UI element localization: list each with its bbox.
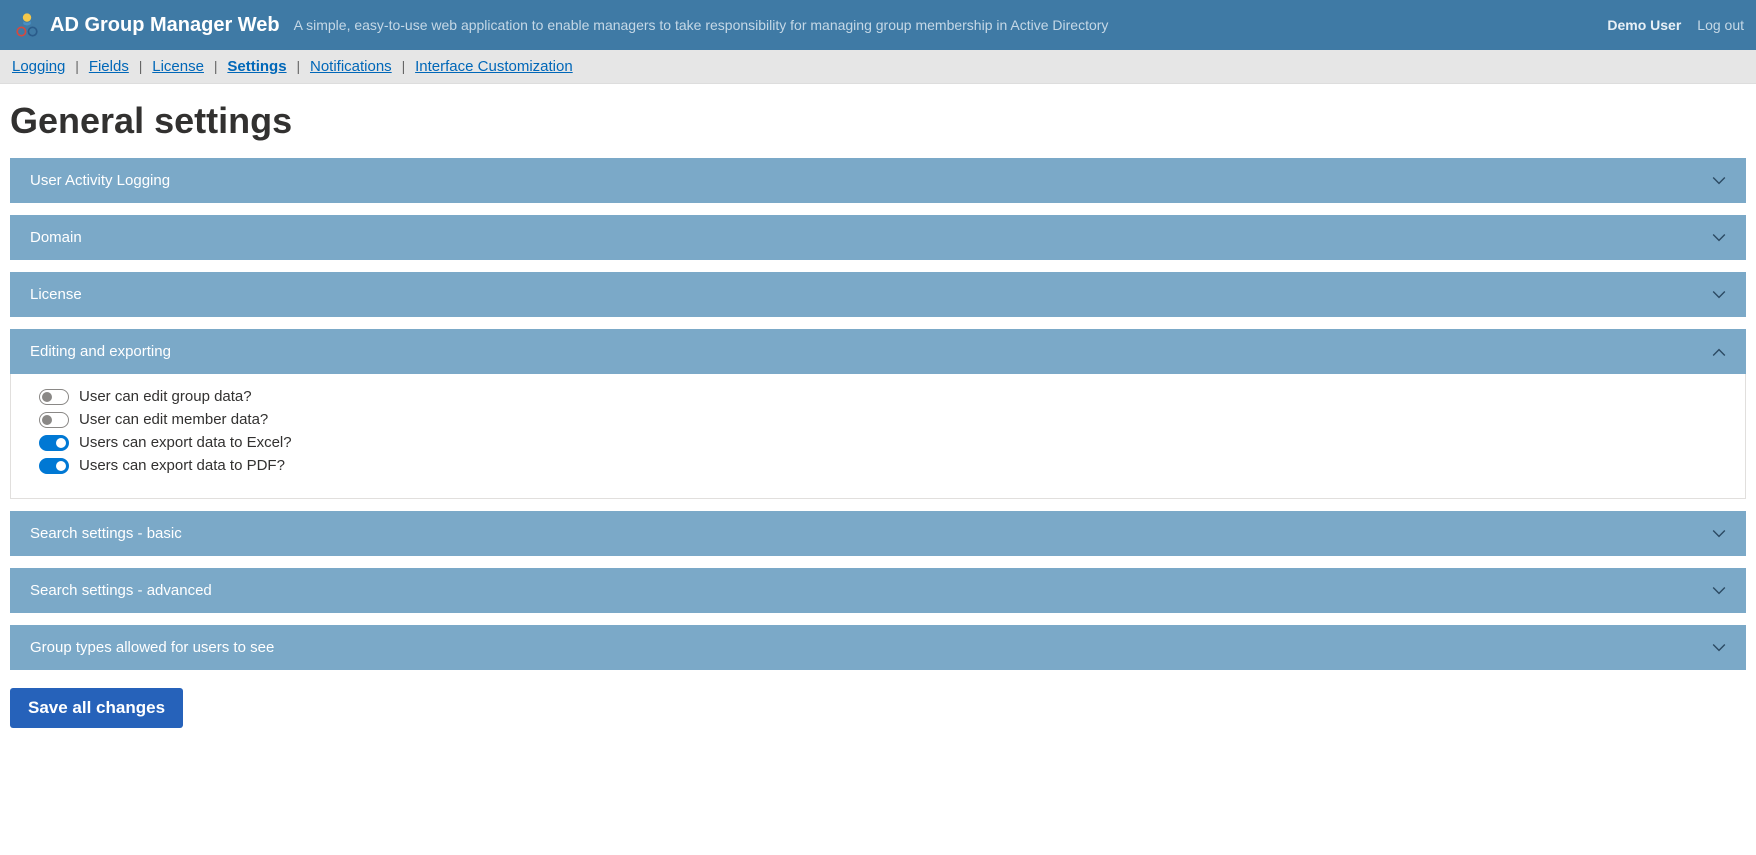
panel-title: Domain [30,229,82,246]
top-header: AD Group Manager Web A simple, easy-to-u… [0,0,1756,50]
app-tagline: A simple, easy-to-use web application to… [294,17,1608,33]
panel-header-domain[interactable]: Domain [10,215,1746,260]
nav-separator: | [75,58,79,74]
chevron-down-icon [1712,174,1726,188]
panel-header-search-advanced[interactable]: Search settings - advanced [10,568,1746,613]
chevron-down-icon [1712,584,1726,598]
panel-title: Search settings - advanced [30,582,212,599]
save-all-changes-button[interactable]: Save all changes [10,688,183,728]
panel-search-basic: Search settings - basic [10,511,1746,556]
panel-editing-exporting: Editing and exporting User can edit grou… [10,329,1746,499]
nav-separator: | [296,58,300,74]
option-label: User can edit group data? [79,388,252,405]
panel-title: Group types allowed for users to see [30,639,274,656]
panel-header-search-basic[interactable]: Search settings - basic [10,511,1746,556]
toggle-edit-group-data[interactable] [39,389,69,405]
option-export-pdf: Users can export data to PDF? [39,457,1725,474]
panel-user-activity-logging: User Activity Logging [10,158,1746,203]
app-title: AD Group Manager Web [50,14,280,37]
nav-license[interactable]: License [152,58,204,75]
chevron-up-icon [1712,345,1726,359]
nav-interface-customization[interactable]: Interface Customization [415,58,573,75]
panel-header-editing-exporting[interactable]: Editing and exporting [10,329,1746,374]
panel-header-group-types[interactable]: Group types allowed for users to see [10,625,1746,670]
panel-search-advanced: Search settings - advanced [10,568,1746,613]
panel-body-editing-exporting: User can edit group data? User can edit … [10,374,1746,499]
nav-notifications[interactable]: Notifications [310,58,392,75]
nav-separator: | [139,58,143,74]
panel-title: Editing and exporting [30,343,171,360]
panel-title: User Activity Logging [30,172,170,189]
option-edit-group-data: User can edit group data? [39,388,1725,405]
toggle-export-pdf[interactable] [39,458,69,474]
nav-separator: | [214,58,218,74]
option-label: User can edit member data? [79,411,268,428]
app-logo-icon [12,10,42,40]
nav-logging[interactable]: Logging [12,58,65,75]
logout-link[interactable]: Log out [1697,17,1744,33]
chevron-down-icon [1712,288,1726,302]
chevron-down-icon [1712,231,1726,245]
content-area: General settings User Activity Logging D… [0,84,1756,744]
option-label: Users can export data to Excel? [79,434,292,451]
panel-header-license[interactable]: License [10,272,1746,317]
panel-domain: Domain [10,215,1746,260]
panel-header-user-activity-logging[interactable]: User Activity Logging [10,158,1746,203]
sub-nav: Logging | Fields | License | Settings | … [0,50,1756,84]
chevron-down-icon [1712,641,1726,655]
toggle-export-excel[interactable] [39,435,69,451]
panel-license: License [10,272,1746,317]
nav-separator: | [402,58,406,74]
nav-fields[interactable]: Fields [89,58,129,75]
option-export-excel: Users can export data to Excel? [39,434,1725,451]
nav-settings[interactable]: Settings [227,58,286,75]
panel-title: License [30,286,82,303]
chevron-down-icon [1712,527,1726,541]
current-user: Demo User [1607,17,1681,33]
option-label: Users can export data to PDF? [79,457,285,474]
option-edit-member-data: User can edit member data? [39,411,1725,428]
toggle-edit-member-data[interactable] [39,412,69,428]
panel-title: Search settings - basic [30,525,182,542]
page-title: General settings [10,100,1746,142]
panel-group-types: Group types allowed for users to see [10,625,1746,670]
